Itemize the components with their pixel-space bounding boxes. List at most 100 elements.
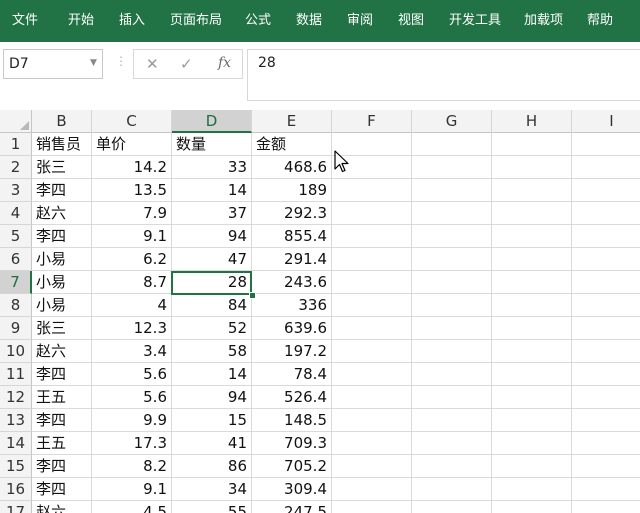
cell-i1[interactable] [572, 133, 640, 156]
cell-i9[interactable] [572, 317, 640, 340]
cell-f10[interactable] [332, 340, 412, 363]
cell-d6[interactable]: 47 [172, 248, 252, 271]
cell-f13[interactable] [332, 409, 412, 432]
cell-b4[interactable]: 赵六 [32, 202, 92, 225]
cell-b12[interactable]: 王五 [32, 386, 92, 409]
cell-i12[interactable] [572, 386, 640, 409]
row-header-1[interactable]: 1 [0, 133, 32, 156]
cell-i10[interactable] [572, 340, 640, 363]
cell-b14[interactable]: 王五 [32, 432, 92, 455]
tab-file[interactable]: 文件 [12, 0, 38, 42]
cell-h2[interactable] [492, 156, 572, 179]
cell-e4[interactable]: 292.3 [252, 202, 332, 225]
cell-i2[interactable] [572, 156, 640, 179]
cell-g13[interactable] [412, 409, 492, 432]
cell-g6[interactable] [412, 248, 492, 271]
row-header-2[interactable]: 2 [0, 156, 32, 179]
cell-i7[interactable] [572, 271, 640, 294]
column-header-e[interactable]: E [252, 110, 332, 133]
cell-g12[interactable] [412, 386, 492, 409]
cell-h13[interactable] [492, 409, 572, 432]
cell-b2[interactable]: 张三 [32, 156, 92, 179]
cell-e9[interactable]: 639.6 [252, 317, 332, 340]
cell-g14[interactable] [412, 432, 492, 455]
cell-e15[interactable]: 705.2 [252, 455, 332, 478]
cell-f16[interactable] [332, 478, 412, 501]
column-header-f[interactable]: F [332, 110, 412, 133]
cell-f15[interactable] [332, 455, 412, 478]
cell-e2[interactable]: 468.6 [252, 156, 332, 179]
row-header-14[interactable]: 14 [0, 432, 32, 455]
cell-h10[interactable] [492, 340, 572, 363]
tab-review[interactable]: 审阅 [347, 0, 373, 42]
cell-d4[interactable]: 37 [172, 202, 252, 225]
cell-e12[interactable]: 526.4 [252, 386, 332, 409]
cell-i8[interactable] [572, 294, 640, 317]
cell-c6[interactable]: 6.2 [92, 248, 172, 271]
cell-c11[interactable]: 5.6 [92, 363, 172, 386]
name-box[interactable]: D7 ▼ [3, 49, 103, 79]
cell-h16[interactable] [492, 478, 572, 501]
column-header-c[interactable]: C [92, 110, 172, 133]
row-header-10[interactable]: 10 [0, 340, 32, 363]
cell-g3[interactable] [412, 179, 492, 202]
cell-e5[interactable]: 855.4 [252, 225, 332, 248]
cell-g16[interactable] [412, 478, 492, 501]
cell-b15[interactable]: 李四 [32, 455, 92, 478]
cell-b9[interactable]: 张三 [32, 317, 92, 340]
cell-e13[interactable]: 148.5 [252, 409, 332, 432]
cell-d17[interactable]: 55 [172, 501, 252, 513]
cell-c12[interactable]: 5.6 [92, 386, 172, 409]
cell-c14[interactable]: 17.3 [92, 432, 172, 455]
tab-data[interactable]: 数据 [296, 0, 322, 42]
cell-f11[interactable] [332, 363, 412, 386]
cell-d1[interactable]: 数量 [172, 133, 252, 156]
row-header-9[interactable]: 9 [0, 317, 32, 340]
tab-formulas[interactable]: 公式 [245, 0, 271, 42]
cell-c7[interactable]: 8.7 [92, 271, 172, 294]
cell-i5[interactable] [572, 225, 640, 248]
column-header-g[interactable]: G [412, 110, 492, 133]
cell-e3[interactable]: 189 [252, 179, 332, 202]
cell-f17[interactable] [332, 501, 412, 513]
cell-g15[interactable] [412, 455, 492, 478]
cell-i14[interactable] [572, 432, 640, 455]
cancel-icon[interactable]: ✕ [146, 55, 159, 73]
select-all-corner[interactable] [0, 110, 32, 133]
cell-e14[interactable]: 709.3 [252, 432, 332, 455]
row-header-12[interactable]: 12 [0, 386, 32, 409]
tab-view[interactable]: 视图 [398, 0, 424, 42]
cell-h6[interactable] [492, 248, 572, 271]
more-options-icon[interactable]: ⋮ [115, 54, 127, 68]
cell-i4[interactable] [572, 202, 640, 225]
cell-d16[interactable]: 34 [172, 478, 252, 501]
cell-g17[interactable] [412, 501, 492, 513]
cell-i15[interactable] [572, 455, 640, 478]
cell-b7[interactable]: 小易 [32, 271, 92, 294]
cell-c8[interactable]: 4 [92, 294, 172, 317]
cell-i17[interactable] [572, 501, 640, 513]
cell-c13[interactable]: 9.9 [92, 409, 172, 432]
cell-b17[interactable]: 赵六 [32, 501, 92, 513]
row-header-15[interactable]: 15 [0, 455, 32, 478]
cell-d8[interactable]: 84 [172, 294, 252, 317]
cell-d11[interactable]: 14 [172, 363, 252, 386]
cell-c10[interactable]: 3.4 [92, 340, 172, 363]
cell-h3[interactable] [492, 179, 572, 202]
cell-d5[interactable]: 94 [172, 225, 252, 248]
cell-d3[interactable]: 14 [172, 179, 252, 202]
cell-c3[interactable]: 13.5 [92, 179, 172, 202]
cell-g5[interactable] [412, 225, 492, 248]
cell-e8[interactable]: 336 [252, 294, 332, 317]
cell-e6[interactable]: 291.4 [252, 248, 332, 271]
row-header-8[interactable]: 8 [0, 294, 32, 317]
row-header-13[interactable]: 13 [0, 409, 32, 432]
insert-function-icon[interactable]: fx [218, 55, 231, 71]
tab-page-layout[interactable]: 页面布局 [170, 0, 222, 42]
confirm-icon[interactable]: ✓ [180, 55, 193, 73]
row-header-7[interactable]: 7 [0, 271, 32, 294]
cell-h4[interactable] [492, 202, 572, 225]
cell-g4[interactable] [412, 202, 492, 225]
chevron-down-icon[interactable]: ▼ [90, 58, 97, 68]
cell-c1[interactable]: 单价 [92, 133, 172, 156]
